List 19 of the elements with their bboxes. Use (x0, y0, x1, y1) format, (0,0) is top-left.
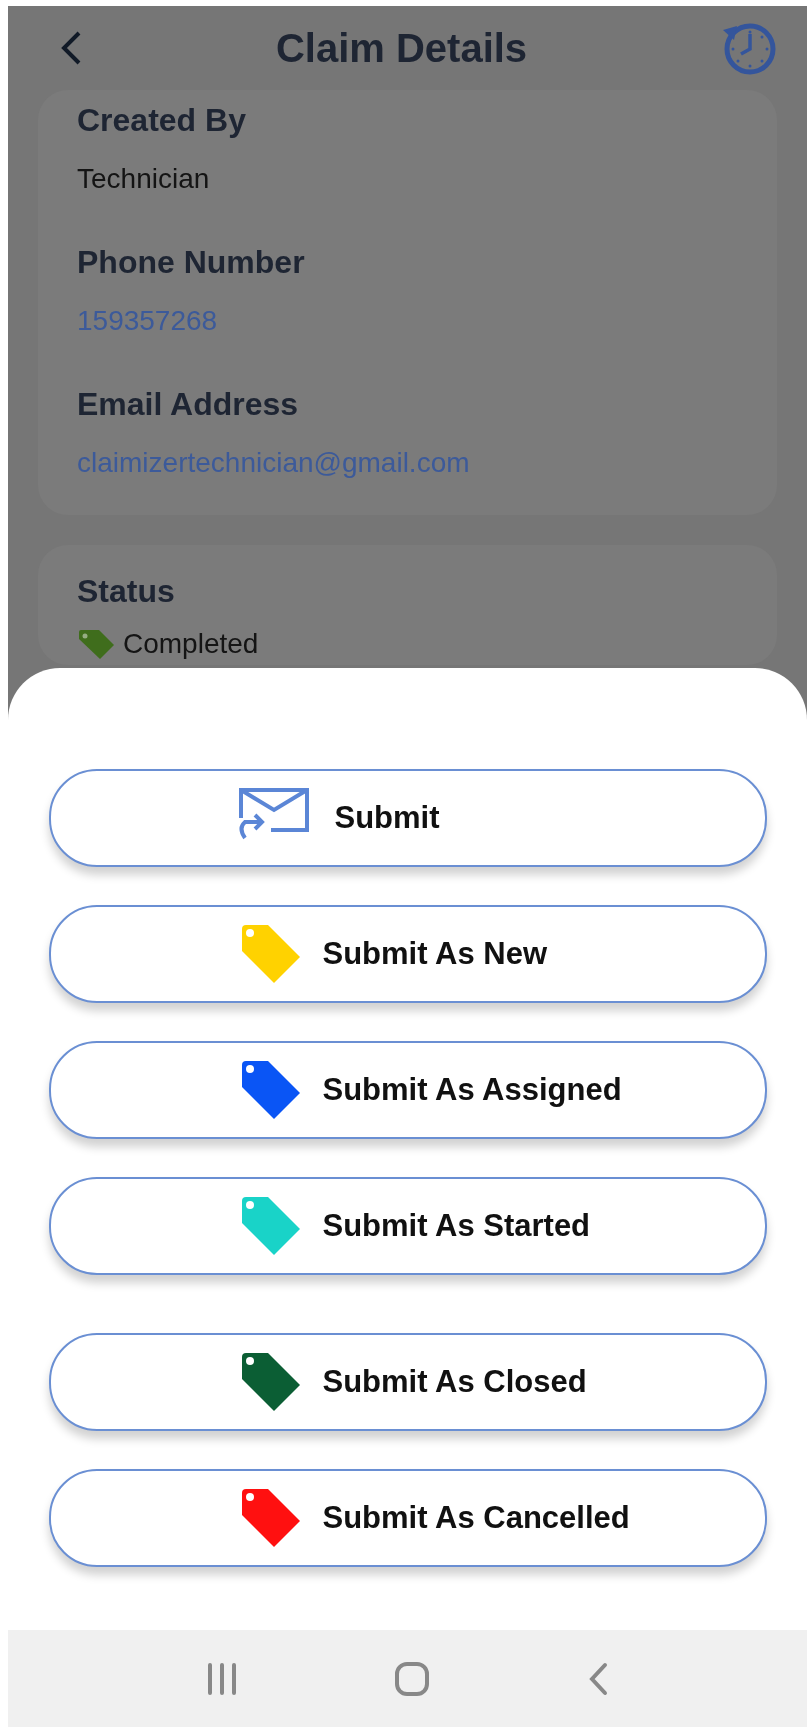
submit-option-button[interactable]: Submit As Closed (48, 1333, 767, 1431)
back-button[interactable] (60, 30, 82, 66)
submit-option-button[interactable]: Submit (48, 769, 767, 867)
field-label: Created By (77, 101, 247, 140)
back-icon (60, 30, 82, 66)
recent-apps-button[interactable] (206, 1661, 237, 1696)
submit-option-button[interactable]: Submit As Cancelled (48, 1469, 767, 1567)
home-button[interactable] (393, 1660, 430, 1697)
status-value: Completed (123, 627, 259, 661)
field-label: Phone Number (77, 243, 306, 282)
home-icon (393, 1660, 430, 1697)
submit-option-button[interactable]: Submit As New (48, 905, 767, 1003)
field-label: Status (77, 572, 176, 611)
submit-option-button[interactable]: Submit As Started (48, 1177, 767, 1275)
field-value: Technician (77, 162, 211, 196)
screen-title: Claim Details (275, 25, 528, 72)
submit-option-button[interactable]: Submit As Assigned (48, 1041, 767, 1139)
recent-apps-icon (206, 1661, 237, 1696)
field-label: Email Address (77, 385, 300, 424)
